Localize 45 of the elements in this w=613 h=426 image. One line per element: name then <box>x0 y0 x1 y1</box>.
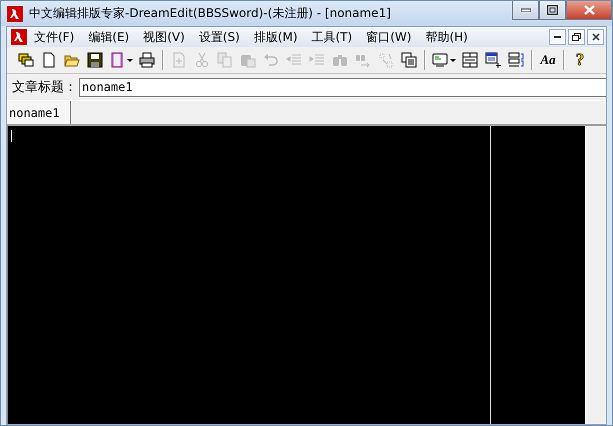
document-icon <box>11 29 27 45</box>
menu-item[interactable]: 窗口(W) <box>359 26 418 48</box>
restore-button[interactable] <box>568 29 585 45</box>
find-next-icon <box>355 52 371 68</box>
table-icon <box>462 52 478 68</box>
close-icon <box>584 5 594 15</box>
paste-icon <box>240 52 256 68</box>
menu-item[interactable]: 排版(M) <box>246 26 304 48</box>
close-button[interactable] <box>587 29 604 45</box>
window-list-icon <box>401 52 417 68</box>
save-icon <box>87 52 103 68</box>
undo-icon <box>263 52 279 68</box>
page-add-icon <box>171 52 187 68</box>
minimize-button[interactable] <box>512 1 539 20</box>
restore-button[interactable] <box>539 1 566 20</box>
menu-item[interactable]: 文件(F) <box>27 26 82 48</box>
document-tab[interactable]: noname1 <box>7 101 71 124</box>
list-icon <box>508 52 524 68</box>
window-title: 中文编辑排版专家-DreamEdit(BBSSword)-(未注册) - [noname1] <box>29 5 392 22</box>
binoculars-icon <box>332 52 348 68</box>
title-label: 文章标题： <box>12 79 77 96</box>
app-icon <box>7 6 23 22</box>
windows-icon <box>18 52 34 68</box>
restore-icon <box>572 33 581 41</box>
grid-add-icon <box>485 52 501 68</box>
new-file-icon <box>41 52 57 68</box>
menu-item[interactable]: 帮助(H) <box>418 26 475 48</box>
menu-item[interactable]: 视图(V) <box>136 26 192 48</box>
minimize-button[interactable] <box>549 29 566 45</box>
title-field[interactable]: noname1 <box>79 78 606 96</box>
monitor-icon <box>432 52 448 68</box>
printer-icon <box>139 52 155 68</box>
menu-item[interactable]: 设置(S) <box>192 26 247 48</box>
menu-item[interactable]: 编辑(E) <box>81 26 136 48</box>
maximize-icon <box>547 5 558 15</box>
minimize-icon <box>520 8 530 12</box>
dropdown-arrow-icon <box>450 58 456 62</box>
toolbar-button[interactable]: Aa <box>537 49 559 71</box>
dropdown-arrow-icon <box>127 58 133 62</box>
cut-icon <box>194 52 210 68</box>
menu-item[interactable]: 工具(T) <box>304 26 360 48</box>
close-icon <box>592 33 600 41</box>
copy-icon <box>217 52 233 68</box>
text-cursor <box>11 130 12 142</box>
minimize-icon <box>554 36 561 38</box>
